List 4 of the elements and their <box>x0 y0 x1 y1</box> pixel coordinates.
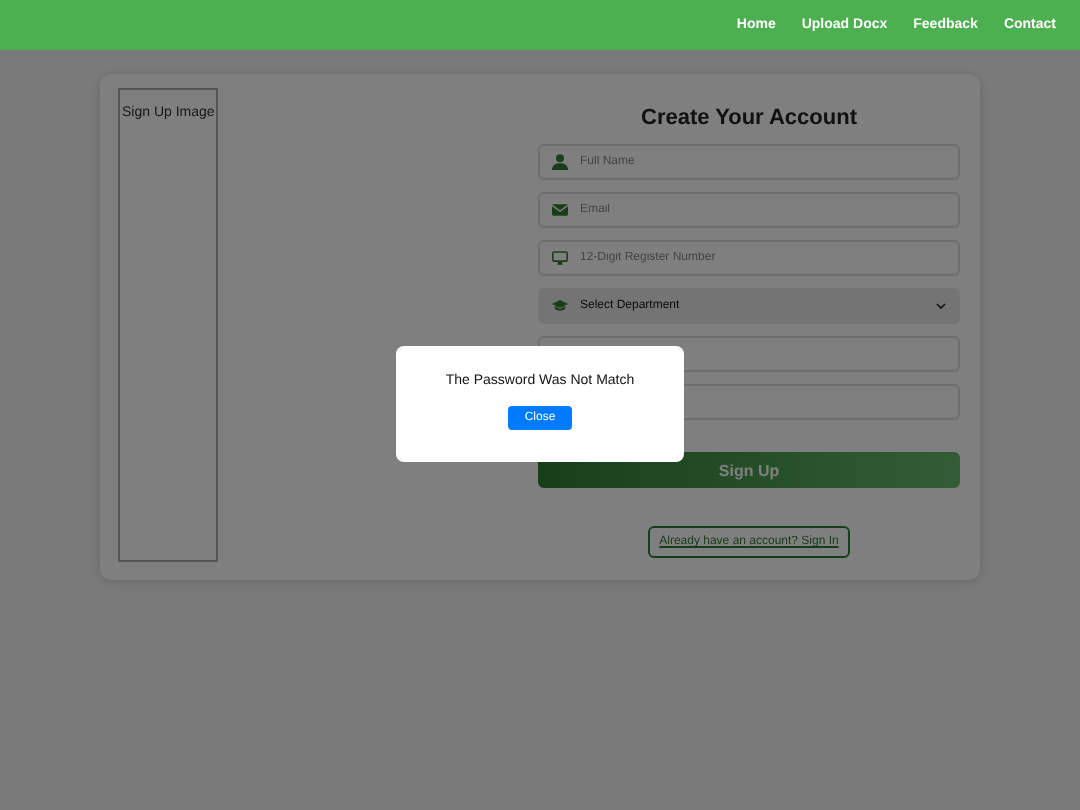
sign-up-button[interactable]: Sign Up <box>538 452 960 488</box>
form-title: Create Your Account <box>639 106 859 130</box>
graduation-cap-icon <box>552 298 568 314</box>
chevron-down-icon <box>936 302 946 310</box>
